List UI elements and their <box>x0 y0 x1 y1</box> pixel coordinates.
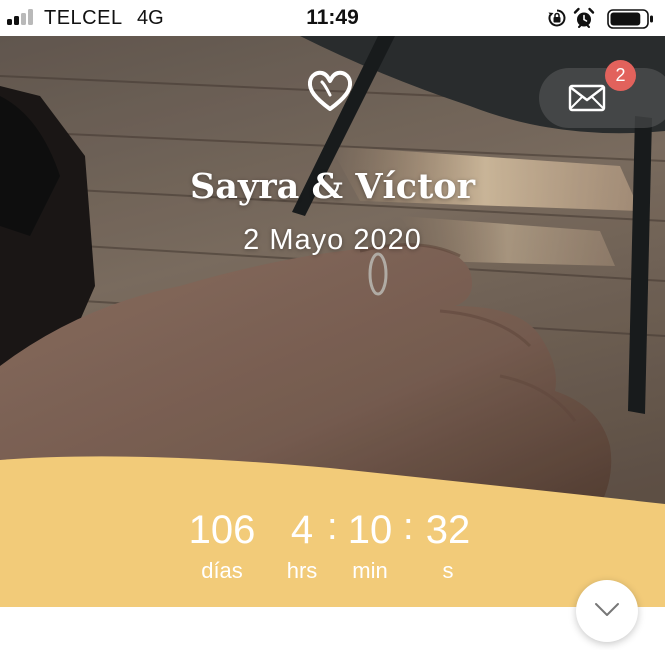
chevron-down-icon <box>595 603 619 616</box>
countdown-seconds-value: 32 <box>425 508 471 552</box>
messages-badge: 2 <box>605 60 636 91</box>
countdown-days-value: 106 <box>188 508 256 552</box>
countdown-days-label: días <box>201 558 243 583</box>
rotation-lock-icon <box>548 9 566 27</box>
countdown-minutes-label: min <box>352 558 388 583</box>
alarm-icon <box>573 7 595 28</box>
status-bar: TELCEL 4G 11:49 <box>0 0 665 36</box>
battery-icon <box>607 9 653 29</box>
wedding-date: 2 Mayo 2020 <box>243 224 422 256</box>
countdown-seconds-label: s <box>442 558 454 583</box>
countdown-hours-value: 4 <box>290 508 314 552</box>
heart-icon <box>307 70 353 111</box>
countdown-separator: : <box>403 506 414 548</box>
messages-button[interactable]: 2 <box>539 60 665 128</box>
hero-banner: Sayra & Víctor 2 Mayo 2020 2 106 días 4 … <box>0 36 665 607</box>
scroll-down-button[interactable] <box>576 580 638 642</box>
countdown-hours-label: hrs <box>286 558 318 583</box>
countdown-minutes-value: 10 <box>347 508 393 552</box>
mail-icon <box>568 84 606 112</box>
countdown-timer: 106 días 4 hrs : 10 min : 32 s <box>0 502 665 602</box>
countdown-separator: : <box>327 506 338 548</box>
couple-names: Sayra & Víctor <box>189 166 476 207</box>
